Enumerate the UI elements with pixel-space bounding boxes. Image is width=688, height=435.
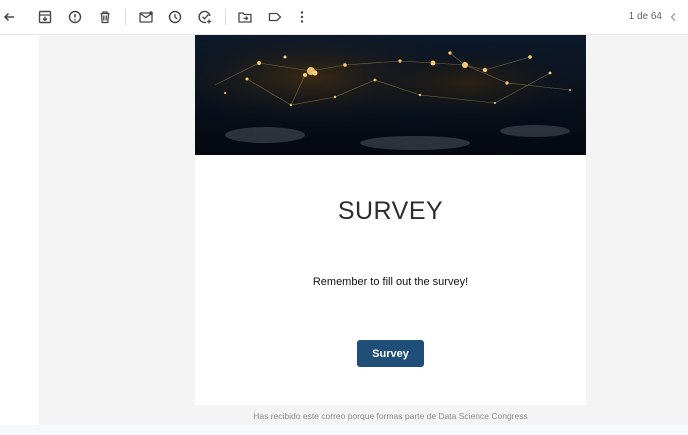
survey-button[interactable]: Survey <box>357 340 424 367</box>
mark-unread-icon[interactable] <box>137 8 155 26</box>
label-icon[interactable] <box>266 8 284 26</box>
add-task-icon[interactable] <box>196 8 214 26</box>
bottom-strip <box>0 425 688 435</box>
report-spam-icon[interactable] <box>66 8 84 26</box>
toolbar-divider <box>125 9 126 25</box>
move-to-icon[interactable] <box>236 8 254 26</box>
email-toolbar: 1 de 64 <box>0 0 688 35</box>
email-card: SURVEY Remember to fill out the survey! … <box>195 35 586 405</box>
snooze-icon[interactable] <box>166 8 184 26</box>
back-arrow-icon[interactable] <box>0 8 18 26</box>
email-footer-note: Has recibido este correo porque formas p… <box>253 411 528 421</box>
archive-icon[interactable] <box>36 8 54 26</box>
message-content: SURVEY Remember to fill out the survey! … <box>0 35 688 425</box>
delete-icon[interactable] <box>96 8 114 26</box>
city-lights-hero-image <box>195 35 586 155</box>
email-body-text: Remember to fill out the survey! <box>312 276 469 288</box>
pager-count: 1 de 64 <box>628 11 662 22</box>
email-title: SURVEY <box>337 197 444 225</box>
newer-chevron-icon[interactable] <box>664 8 682 26</box>
more-vert-icon[interactable] <box>293 8 311 26</box>
toolbar-divider <box>225 9 226 25</box>
